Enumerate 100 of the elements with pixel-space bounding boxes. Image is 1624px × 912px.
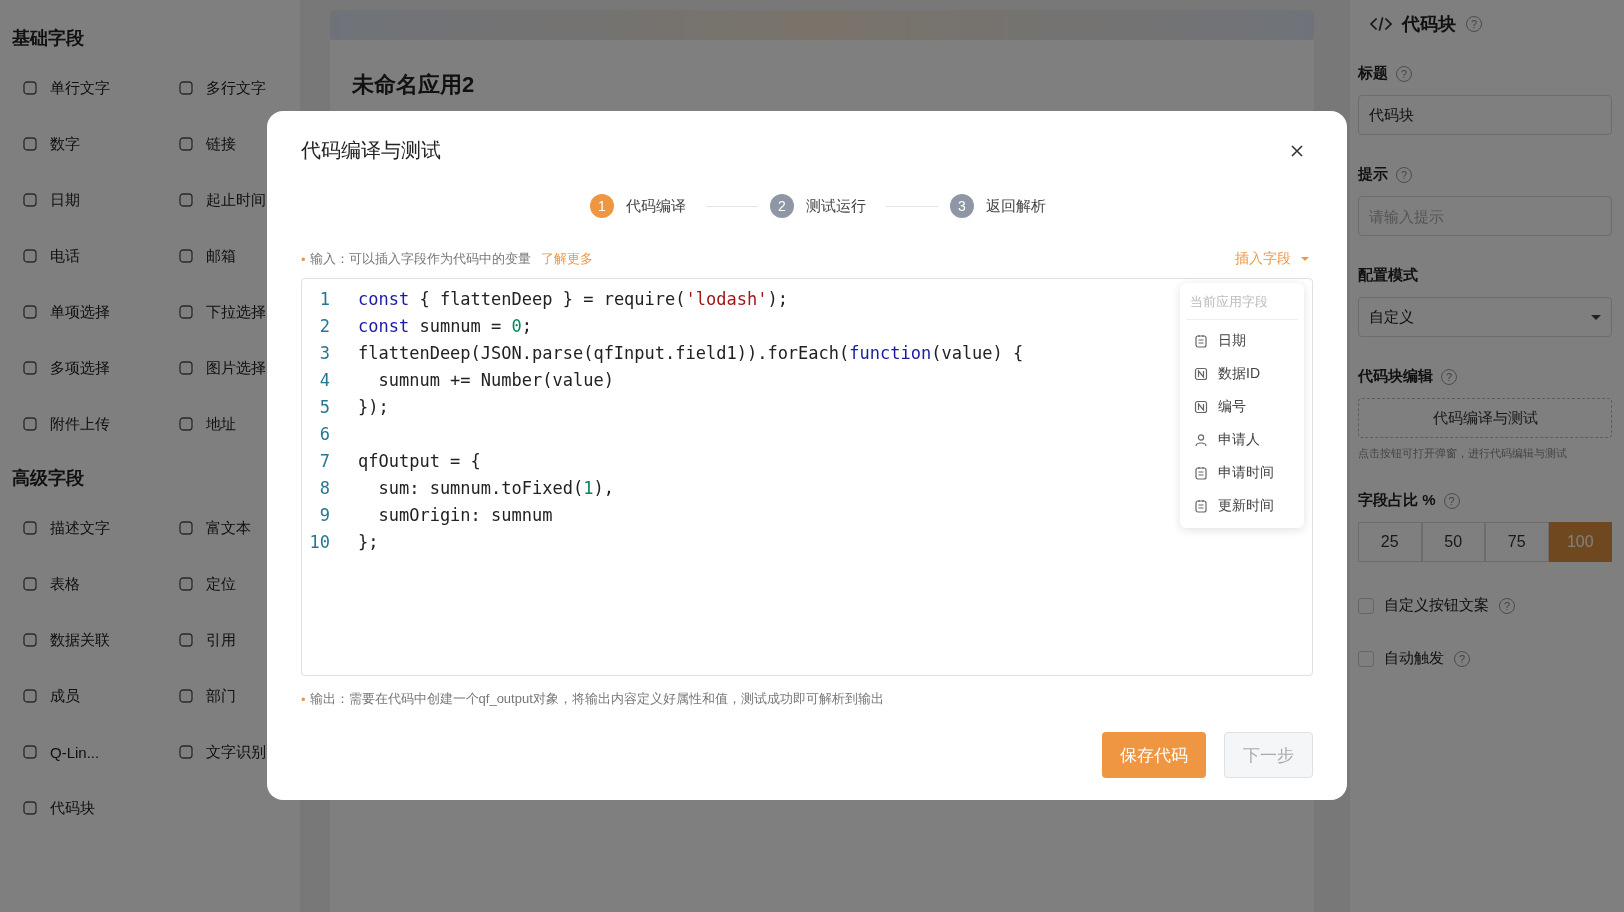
step-label: 返回解析 (986, 196, 1046, 216)
field-type-icon (22, 360, 38, 376)
field-type-icon (22, 744, 38, 760)
line-number: 7 (318, 450, 330, 471)
menu-item[interactable]: 数据ID (1186, 357, 1298, 390)
code-line: const sumnum = 0; (358, 315, 533, 336)
code-line: }; (358, 531, 379, 552)
field-type-item[interactable]: 数据关联 (22, 628, 178, 652)
calendar-icon (1194, 333, 1208, 348)
step-number: 1 (590, 194, 614, 218)
field-type-icon (178, 520, 194, 536)
field-type-icon (178, 248, 194, 264)
field-type-item[interactable]: 电话 (22, 244, 178, 268)
field-type-icon (22, 248, 38, 264)
field-type-item[interactable]: 表格 (22, 572, 178, 596)
field-type-item[interactable]: 定位 (178, 572, 308, 596)
width-option[interactable]: 75 (1485, 522, 1549, 562)
menu-item[interactable]: 更新时间 (1186, 489, 1298, 522)
field-type-icon (178, 632, 194, 648)
field-type-icon (22, 416, 38, 432)
field-type-icon (178, 416, 194, 432)
step-label: 代码编译 (626, 196, 686, 216)
field-type-item[interactable]: 数字 (22, 132, 178, 156)
field-type-icon (178, 744, 194, 760)
code-icon (1370, 15, 1392, 33)
field-type-icon (178, 80, 194, 96)
field-type-item[interactable]: Q-Lin... (22, 740, 178, 764)
line-number: 3 (318, 342, 330, 363)
number-icon (1194, 366, 1208, 381)
field-type-icon (22, 800, 38, 816)
field-type-item[interactable]: 多项选择 (22, 356, 178, 380)
line-number: 1 (318, 288, 330, 309)
field-type-icon (22, 192, 38, 208)
field-type-icon (178, 360, 194, 376)
panel-title: 代码块 (1402, 13, 1456, 36)
mode-select[interactable]: 自定义 (1358, 297, 1612, 337)
line-number: 4 (318, 369, 330, 390)
code-test-button[interactable]: 代码编译与测试 (1358, 398, 1612, 438)
field-label: 字段占比 % (1358, 491, 1436, 510)
field-type-item[interactable]: 起止时间 (178, 188, 308, 212)
code-line: sum: sumnum.toFixed(1), (377, 477, 614, 498)
menu-item[interactable]: 申请时间 (1186, 456, 1298, 489)
code-line: qfOutput = { (358, 450, 481, 471)
width-option[interactable]: 50 (1421, 522, 1485, 562)
field-label: 代码块编辑 (1358, 367, 1433, 386)
field-type-item[interactable]: 代码块 (22, 796, 178, 820)
width-option[interactable]: 25 (1358, 522, 1422, 562)
bullet: • (301, 691, 306, 707)
field-type-item[interactable]: 单项选择 (22, 300, 178, 324)
title-input[interactable]: 代码块 (1358, 95, 1612, 135)
field-type-icon (22, 80, 38, 96)
group-title: 高级字段 (12, 467, 85, 490)
field-type-icon (178, 576, 194, 592)
field-type-item[interactable]: 多行文字 (178, 76, 308, 100)
field-type-icon (178, 192, 194, 208)
field-type-item[interactable]: 日期 (22, 188, 178, 212)
menu-item[interactable]: 日期 (1186, 324, 1298, 357)
field-type-icon (22, 632, 38, 648)
group-title: 基础字段 (12, 27, 85, 50)
bullet: • (301, 251, 306, 267)
line-number: 2 (318, 315, 330, 336)
menu-item[interactable]: 申请人 (1186, 423, 1298, 456)
field-type-item[interactable]: 描述文字 (22, 516, 178, 540)
menu-item[interactable]: 编号 (1186, 390, 1298, 423)
line-number: 5 (318, 396, 330, 417)
checkbox[interactable] (1358, 597, 1374, 614)
input-hint: 输入：可以插入字段作为代码中的变量 (309, 250, 531, 268)
field-type-item[interactable]: 文字识别 (178, 740, 308, 764)
field-type-item[interactable]: 图片选择 (178, 356, 308, 380)
calendar-icon (1194, 465, 1208, 480)
field-type-icon (22, 688, 38, 704)
code-line: sumnum += Number(value) (377, 369, 614, 390)
line-number: 6 (318, 423, 330, 444)
field-label: 提示 (1358, 165, 1388, 184)
checkbox-label: 自定义按钮文案 (1384, 596, 1489, 615)
field-type-icon (22, 576, 38, 592)
field-type-item[interactable]: 单行文字 (22, 76, 178, 100)
field-type-item[interactable]: 成员 (22, 684, 178, 708)
field-type-item[interactable]: 地址 (178, 412, 308, 436)
field-type-icon (178, 688, 194, 704)
step-label: 测试运行 (806, 196, 866, 216)
code-line: const { flattenDeep } = require('lodash'); (358, 288, 788, 309)
step-number: 3 (950, 194, 974, 218)
field-type-item[interactable]: 附件上传 (22, 412, 178, 436)
number-icon (1194, 399, 1208, 414)
person-icon (1194, 432, 1208, 447)
output-hint: 输出：需要在代码中创建一个qf_output对象，将输出内容定义好属性和值，测试成功即可解析到输出 (309, 690, 884, 708)
dialog-title: 代码编译与测试 (301, 138, 441, 163)
field-type-icon (22, 304, 38, 320)
code-editor[interactable] (301, 278, 1313, 676)
field-type-item[interactable]: 富文本 (178, 516, 308, 540)
field-type-item[interactable]: 引用 (178, 628, 308, 652)
menu-header: 当前应用字段 (1186, 289, 1298, 320)
step-number: 2 (770, 194, 794, 218)
field-type-item[interactable]: 下拉选择 (178, 300, 308, 324)
code-line: }); (358, 396, 389, 417)
checkbox-label: 自动触发 (1384, 649, 1444, 668)
close-icon[interactable] (1289, 142, 1305, 159)
field-type-icon (178, 136, 194, 152)
checkbox[interactable] (1358, 650, 1374, 667)
